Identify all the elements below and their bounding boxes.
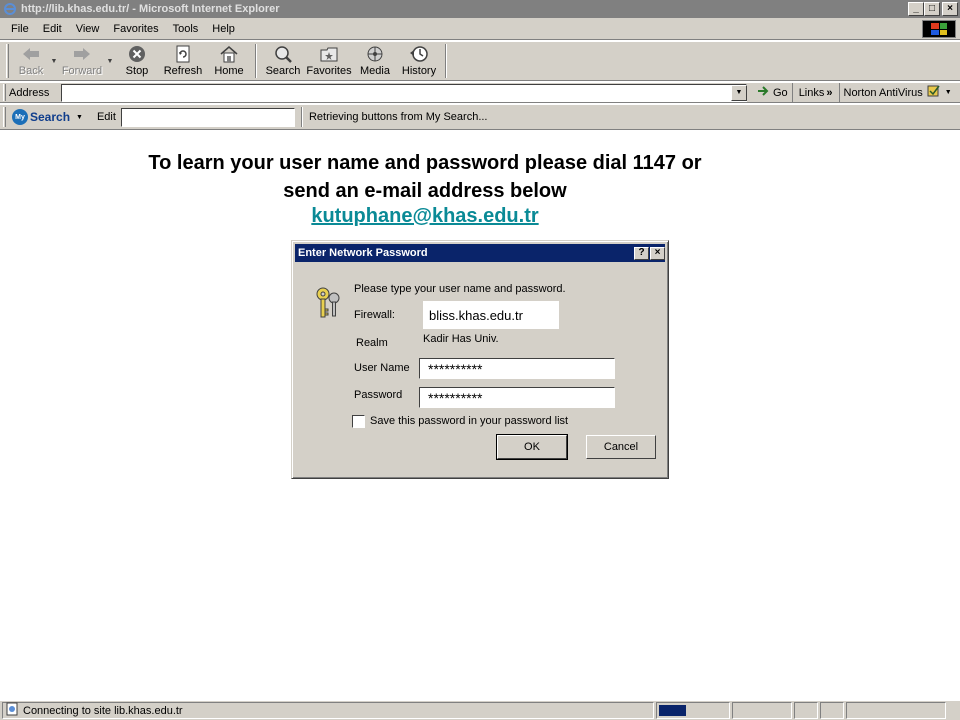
forward-dropdown-icon[interactable]: ▼ — [105, 42, 115, 80]
keys-icon — [314, 285, 344, 321]
password-field[interactable]: ********** — [419, 387, 615, 408]
username-label: User Name — [354, 362, 410, 374]
dialog-title-bar[interactable]: Enter Network Password ? × — [295, 244, 665, 262]
chevron-right-icon: » — [826, 86, 833, 99]
ok-button[interactable]: OK — [496, 434, 568, 460]
save-password-checkbox[interactable] — [352, 415, 365, 428]
realm-label: Realm — [356, 337, 388, 349]
username-field[interactable]: ********** — [419, 358, 615, 379]
menu-tools[interactable]: Tools — [166, 23, 206, 35]
refresh-button[interactable]: Refresh — [159, 42, 207, 80]
refresh-icon — [172, 44, 194, 64]
forward-button[interactable]: Forward — [59, 42, 105, 80]
firewall-value: bliss.khas.edu.tr — [423, 301, 559, 329]
favorites-folder-icon — [318, 44, 340, 64]
enter-network-password-dialog: Enter Network Password ? × Please type y… — [291, 240, 669, 479]
mysearch-badge-icon: My — [12, 109, 28, 125]
maximize-button[interactable]: □ — [924, 2, 940, 16]
go-button[interactable]: Go — [753, 85, 792, 100]
menu-view[interactable]: View — [69, 23, 107, 35]
links-button[interactable]: Links » — [791, 83, 839, 102]
window-title-bar[interactable]: http://lib.khas.edu.tr/ - Microsoft Inte… — [0, 0, 960, 18]
history-button[interactable]: History — [397, 42, 441, 80]
stop-button[interactable]: Stop — [115, 42, 159, 80]
chevron-down-icon[interactable]: ▼ — [945, 89, 952, 96]
close-button[interactable]: × — [942, 2, 958, 16]
norton-antivirus-button[interactable]: Norton AntiVirus ▼ — [838, 83, 956, 102]
page-instructions: To learn your user name and password ple… — [148, 152, 702, 202]
mysearch-status: Retrieving buttons from My Search... — [308, 111, 488, 123]
password-label: Password — [354, 389, 403, 401]
toolbar-grip[interactable] — [6, 44, 9, 78]
media-icon — [364, 44, 386, 64]
page-content: To learn your user name and password ple… — [0, 131, 960, 699]
progress-fill — [659, 705, 686, 716]
zone-cell — [846, 702, 946, 719]
forward-arrow-icon — [71, 44, 93, 64]
email-link[interactable]: kutuphane@khas.edu.tr — [311, 205, 538, 227]
status-text-cell: Connecting to site lib.khas.edu.tr — [2, 702, 654, 719]
search-edit-label: Edit — [96, 111, 116, 123]
stop-icon — [126, 44, 148, 64]
cancel-button[interactable]: Cancel — [586, 435, 656, 459]
search-icon — [272, 44, 294, 64]
menu-edit[interactable]: Edit — [36, 23, 69, 35]
chevron-down-icon[interactable]: ▼ — [76, 114, 83, 121]
progress-bar — [656, 702, 730, 719]
minimize-button[interactable]: _ — [908, 2, 924, 16]
windows-throbber-icon — [922, 20, 956, 38]
back-arrow-icon — [20, 44, 42, 64]
mysearch-toolbar: My Search ▼ Edit Retrieving buttons from… — [0, 104, 960, 130]
norton-icon — [927, 84, 941, 101]
go-arrow-icon — [757, 85, 771, 100]
dialog-close-button[interactable]: × — [650, 246, 665, 260]
loading-page-icon — [5, 702, 19, 719]
back-dropdown-icon[interactable]: ▼ — [49, 42, 59, 80]
ie-logo-icon — [3, 2, 17, 16]
status-text: Connecting to site lib.khas.edu.tr — [23, 704, 183, 717]
home-icon — [218, 44, 240, 64]
window-title: http://lib.khas.edu.tr/ - Microsoft Inte… — [21, 3, 280, 15]
address-input[interactable] — [61, 83, 747, 102]
history-icon — [408, 44, 430, 64]
dialog-prompt: Please type your user name and password. — [354, 283, 566, 295]
menu-favorites[interactable]: Favorites — [106, 23, 165, 35]
dialog-help-button[interactable]: ? — [634, 246, 649, 260]
media-button[interactable]: Media — [353, 42, 397, 80]
address-dropdown-icon[interactable]: ▼ — [731, 84, 747, 101]
menu-help[interactable]: Help — [205, 23, 242, 35]
back-button[interactable]: Back — [13, 42, 49, 80]
menu-file[interactable]: File — [4, 23, 36, 35]
standard-toolbar: Back ▼ Forward ▼ Stop Refresh Home Searc… — [0, 41, 960, 81]
mysearch-logo[interactable]: My Search ▼ — [12, 109, 83, 125]
dialog-title: Enter Network Password — [298, 247, 428, 259]
status-bar: Connecting to site lib.khas.edu.tr — [0, 700, 960, 720]
realm-value: Kadir Has Univ. — [423, 333, 499, 345]
address-bar: Address ▼ Go Links » Norton AntiVirus ▼ — [0, 82, 960, 103]
email-link-container: kutuphane@khas.edu.tr — [80, 205, 770, 228]
firewall-label: Firewall: — [354, 309, 395, 321]
menu-bar: File Edit View Favorites Tools Help — [0, 18, 960, 40]
address-label: Address — [9, 86, 50, 99]
favorites-button[interactable]: Favorites — [305, 42, 353, 80]
home-button[interactable]: Home — [207, 42, 251, 80]
save-password-label[interactable]: Save this password in your password list — [370, 415, 568, 427]
search-button[interactable]: Search — [261, 42, 305, 80]
mysearch-input[interactable] — [120, 107, 295, 127]
